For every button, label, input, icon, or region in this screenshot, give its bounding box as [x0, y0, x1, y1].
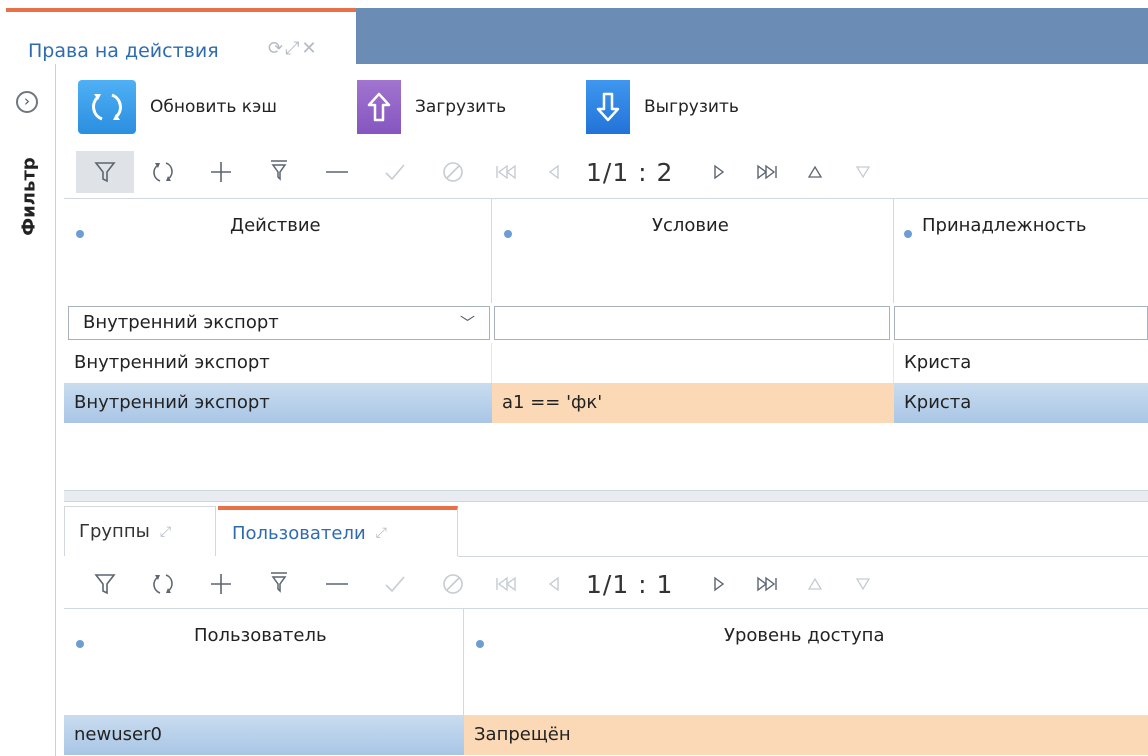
- expand-icon[interactable]: ⤢: [160, 524, 171, 540]
- action-filter-select[interactable]: Внутренний экспорт ﹀: [68, 306, 490, 340]
- condition-filter-input[interactable]: [494, 306, 890, 340]
- tab-groups[interactable]: Группы ⤢: [64, 506, 216, 556]
- users-table: Пользователь Уровень доступа newuser0 За…: [64, 608, 1148, 756]
- rights-table: Действие Условие Принадлежность Внутренн…: [64, 198, 1148, 490]
- next-page-icon[interactable]: [695, 151, 743, 193]
- upload-button[interactable]: Загрузить: [357, 80, 506, 134]
- add-row-icon[interactable]: [192, 563, 250, 605]
- tab-users[interactable]: Пользователи ⤢: [218, 506, 458, 556]
- refresh-grid-icon[interactable]: [134, 563, 192, 605]
- column-header-action[interactable]: Действие: [64, 199, 492, 303]
- cancel-icon[interactable]: [424, 563, 482, 605]
- confirm-check-icon[interactable]: [366, 151, 424, 193]
- tab-tools-icons[interactable]: ⟳⤢✕: [268, 38, 319, 59]
- column-header-access-level[interactable]: Уровень доступа: [464, 609, 1148, 715]
- move-up-icon[interactable]: [791, 563, 839, 605]
- upload-arrow-icon: [357, 80, 401, 134]
- confirm-check-icon[interactable]: [366, 563, 424, 605]
- tab-rights-on-actions[interactable]: Права на действия ⟳⤢✕: [6, 8, 356, 64]
- filter-label[interactable]: Фильтр: [19, 152, 40, 242]
- users-table-header: Пользователь Уровень доступа: [64, 609, 1148, 715]
- table-row[interactable]: Внутренний экспорт Криста: [64, 343, 1148, 383]
- next-page-icon[interactable]: [695, 563, 743, 605]
- column-marker-icon: [76, 640, 84, 648]
- users-grid-toolbar: 1/1 : 1: [76, 562, 887, 606]
- delete-row-icon[interactable]: [308, 563, 366, 605]
- last-page-icon[interactable]: [743, 151, 791, 193]
- download-label: Выгрузить: [644, 97, 739, 117]
- refresh-grid-icon[interactable]: [134, 151, 192, 193]
- move-down-icon[interactable]: [839, 563, 887, 605]
- rights-grid-toolbar: 1/1 : 2: [76, 150, 887, 194]
- add-row-icon[interactable]: [192, 151, 250, 193]
- delete-row-icon[interactable]: [308, 151, 366, 193]
- column-header-condition[interactable]: Условие: [492, 199, 894, 303]
- expand-icon[interactable]: ⤢: [376, 525, 387, 541]
- panel-splitter[interactable]: [64, 490, 1148, 502]
- filter-row: Внутренний экспорт ﹀: [64, 303, 1148, 343]
- table-row-selected[interactable]: Внутренний экспорт a1 == 'фк' Криста: [64, 383, 1148, 423]
- filter-funnel-icon[interactable]: [76, 151, 134, 193]
- column-marker-icon: [504, 230, 512, 238]
- edit-filter-icon[interactable]: [250, 563, 308, 605]
- rights-table-header: Действие Условие Принадлежность: [64, 199, 1148, 303]
- column-marker-icon: [904, 230, 912, 238]
- column-marker-icon: [476, 640, 484, 648]
- cancel-icon[interactable]: [424, 151, 482, 193]
- prev-page-icon[interactable]: [530, 563, 578, 605]
- column-marker-icon: [76, 230, 84, 238]
- move-down-icon[interactable]: [839, 151, 887, 193]
- edit-filter-icon[interactable]: [250, 151, 308, 193]
- filter-funnel-icon[interactable]: [76, 563, 134, 605]
- column-header-user[interactable]: Пользователь: [64, 609, 464, 715]
- column-header-owner[interactable]: Принадлежность: [894, 199, 1148, 303]
- download-arrow-icon: [586, 80, 630, 134]
- download-button[interactable]: Выгрузить: [586, 80, 739, 134]
- pager-indicator: 1/1 : 2: [586, 157, 674, 187]
- expand-filter-icon[interactable]: ›: [16, 91, 38, 113]
- tab-title[interactable]: Права на действия: [28, 40, 219, 62]
- table-row-selected[interactable]: newuser0 Запрещён: [64, 715, 1148, 755]
- refresh-cache-label: Обновить кэш: [150, 97, 277, 117]
- upload-label: Загрузить: [415, 97, 507, 117]
- refresh-cache-button[interactable]: Обновить кэш: [78, 80, 277, 134]
- refresh-icon: [78, 80, 136, 134]
- tab-divider: [458, 556, 1148, 557]
- last-page-icon[interactable]: [743, 563, 791, 605]
- prev-page-icon[interactable]: [530, 151, 578, 193]
- pager-indicator: 1/1 : 1: [586, 569, 674, 599]
- chevron-down-icon[interactable]: ﹀: [460, 307, 475, 339]
- first-page-icon[interactable]: [482, 151, 530, 193]
- move-up-icon[interactable]: [791, 151, 839, 193]
- owner-filter-input[interactable]: [894, 306, 1148, 340]
- first-page-icon[interactable]: [482, 563, 530, 605]
